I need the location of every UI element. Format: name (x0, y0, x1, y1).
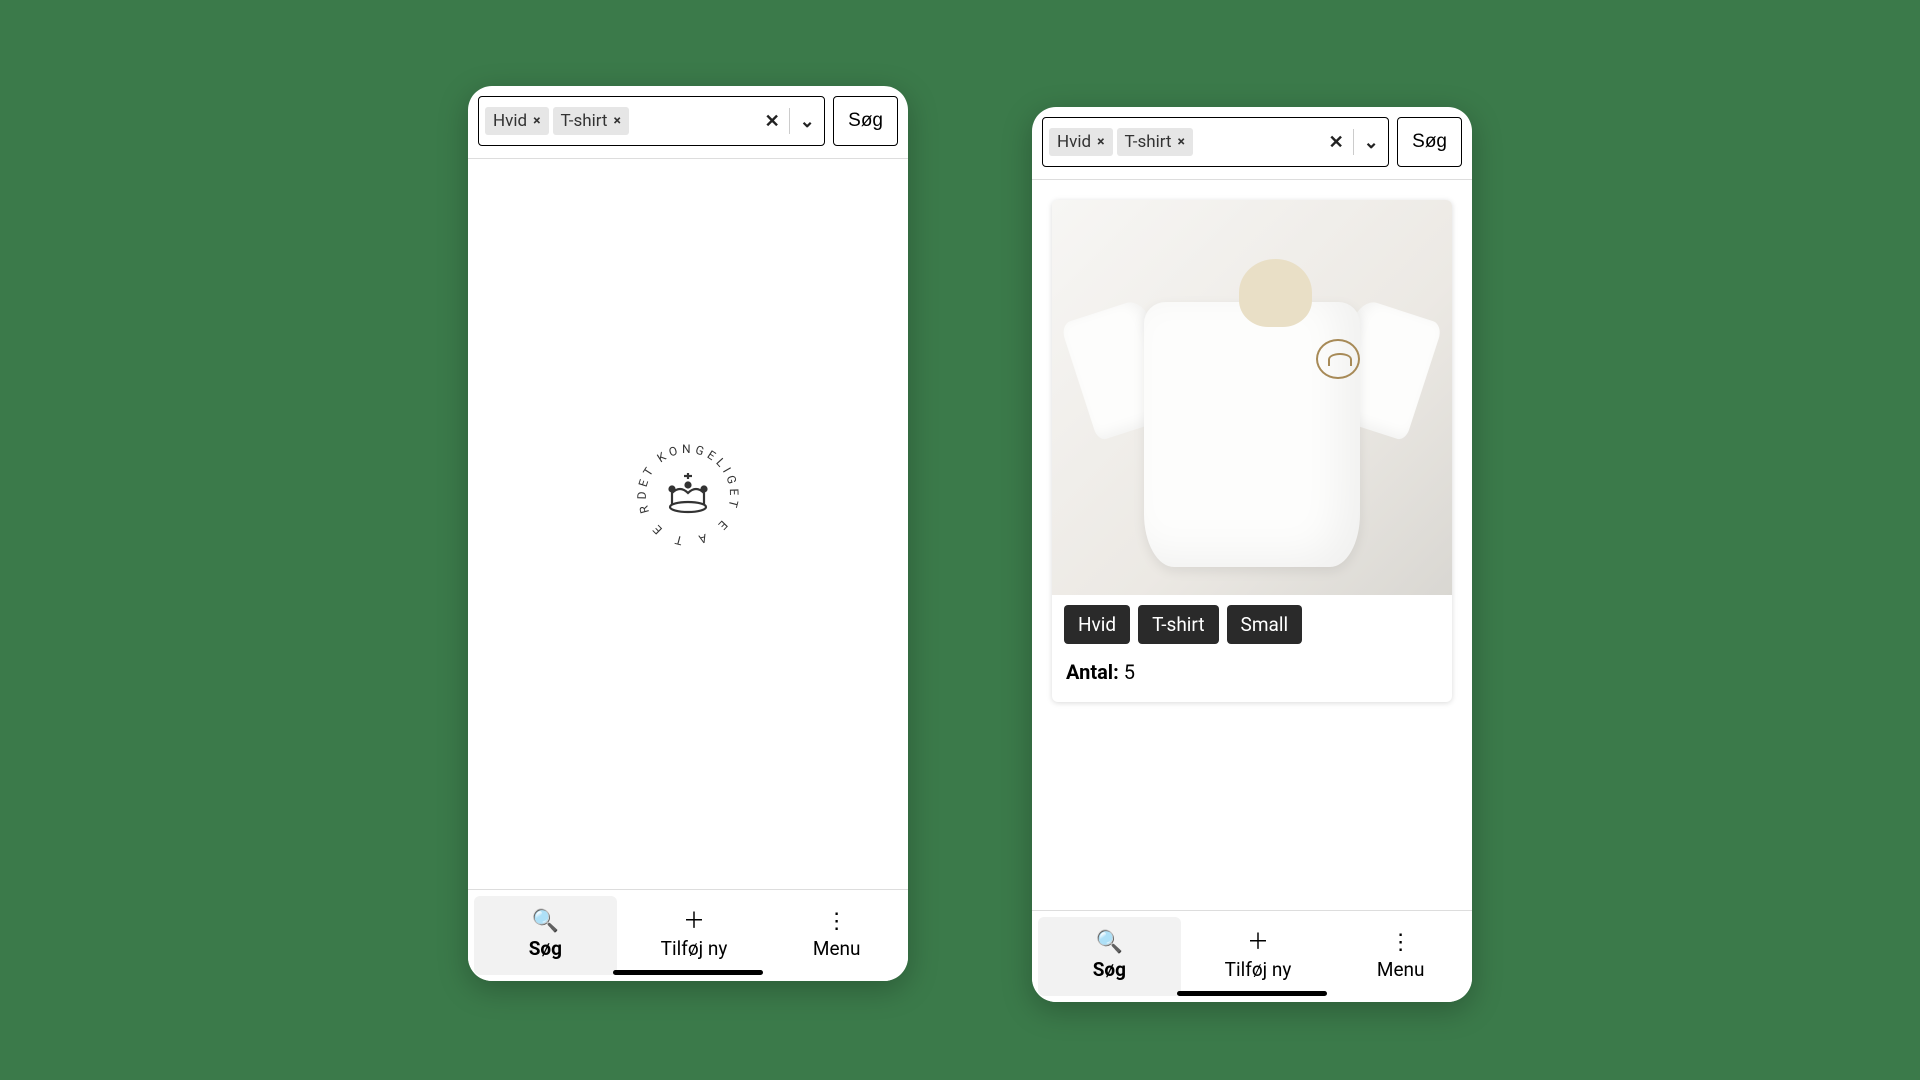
product-image (1052, 200, 1452, 595)
chip-label: T-shirt (1125, 132, 1172, 152)
tab-menu[interactable]: ⋮ Menu (1329, 911, 1472, 1002)
tab-label: Tilføj ny (1225, 958, 1292, 981)
kebab-icon: ⋮ (1390, 932, 1412, 954)
count-value: 5 (1124, 660, 1135, 684)
product-tag[interactable]: Small (1227, 605, 1303, 644)
tab-label: Søg (529, 937, 562, 960)
tab-search[interactable]: 🔍 Søg (1038, 917, 1181, 996)
tab-menu[interactable]: ⋮ Menu (765, 890, 908, 981)
bottom-nav: 🔍 Søg ＋ Tilføj ny ⋮ Menu (468, 889, 908, 981)
clear-icon[interactable]: ✕ (761, 111, 783, 132)
divider (789, 108, 790, 134)
content-results: Hvid T-shirt Small Antal: 5 (1032, 180, 1472, 910)
product-tag[interactable]: T-shirt (1138, 605, 1218, 644)
phone-mock-result: Hvid × T-shirt × ✕ ⌄ Søg (1032, 107, 1472, 1002)
chip-remove-icon[interactable]: × (613, 113, 620, 129)
chip-remove-icon[interactable]: × (533, 113, 540, 129)
tab-add[interactable]: ＋ Tilføj ny (623, 890, 766, 981)
svg-text:T E A T E R: T E A T E R (635, 498, 741, 548)
search-bar: Hvid × T-shirt × ✕ ⌄ Søg (468, 86, 908, 159)
tab-label: Menu (813, 937, 861, 960)
search-button[interactable]: Søg (833, 96, 898, 146)
chevron-down-icon[interactable]: ⌄ (1360, 132, 1382, 153)
tab-label: Menu (1377, 958, 1425, 981)
kebab-icon: ⋮ (826, 911, 848, 933)
tab-add[interactable]: ＋ Tilføj ny (1187, 911, 1330, 1002)
search-icon: 🔍 (1096, 932, 1123, 954)
product-tags: Hvid T-shirt Small (1052, 595, 1452, 650)
plus-icon: ＋ (683, 911, 705, 933)
search-field[interactable]: Hvid × T-shirt × ✕ ⌄ (1042, 117, 1389, 167)
home-indicator (1177, 991, 1327, 996)
filter-chip-hvid[interactable]: Hvid × (485, 107, 549, 135)
tab-search[interactable]: 🔍 Søg (474, 896, 617, 975)
tab-label: Søg (1093, 958, 1126, 981)
logo-badge-icon (1316, 339, 1360, 379)
divider (1353, 129, 1354, 155)
search-bar: Hvid × T-shirt × ✕ ⌄ Søg (1032, 107, 1472, 180)
chip-label: T-shirt (561, 111, 608, 131)
plus-icon: ＋ (1247, 932, 1269, 954)
product-card[interactable]: Hvid T-shirt Small Antal: 5 (1052, 200, 1452, 702)
search-icon: 🔍 (532, 911, 559, 933)
crown-icon (670, 473, 707, 512)
product-tag[interactable]: Hvid (1064, 605, 1130, 644)
tab-label: Tilføj ny (661, 937, 728, 960)
search-field[interactable]: Hvid × T-shirt × ✕ ⌄ (478, 96, 825, 146)
product-count: Antal: 5 (1052, 650, 1452, 702)
chip-label: Hvid (493, 111, 527, 131)
chip-label: Hvid (1057, 132, 1091, 152)
phone-mock-empty: Hvid × T-shirt × ✕ ⌄ Søg DET KONGELIGE (468, 86, 908, 981)
filter-chip-hvid[interactable]: Hvid × (1049, 128, 1113, 156)
home-indicator (613, 970, 763, 975)
brand-logo: DET KONGELIGE T E A T E R (628, 435, 748, 555)
filter-chip-tshirt[interactable]: T-shirt × (1117, 128, 1193, 156)
chip-remove-icon[interactable]: × (1177, 134, 1184, 150)
count-label: Antal: (1066, 660, 1119, 684)
chip-remove-icon[interactable]: × (1097, 134, 1104, 150)
content-empty: DET KONGELIGE T E A T E R (468, 159, 908, 889)
filter-chip-tshirt[interactable]: T-shirt × (553, 107, 629, 135)
clear-icon[interactable]: ✕ (1325, 132, 1347, 153)
search-button[interactable]: Søg (1397, 117, 1462, 167)
bottom-nav: 🔍 Søg ＋ Tilføj ny ⋮ Menu (1032, 910, 1472, 1002)
chevron-down-icon[interactable]: ⌄ (796, 111, 818, 132)
svg-text:DET KONGELIGE: DET KONGELIGE (635, 442, 741, 500)
